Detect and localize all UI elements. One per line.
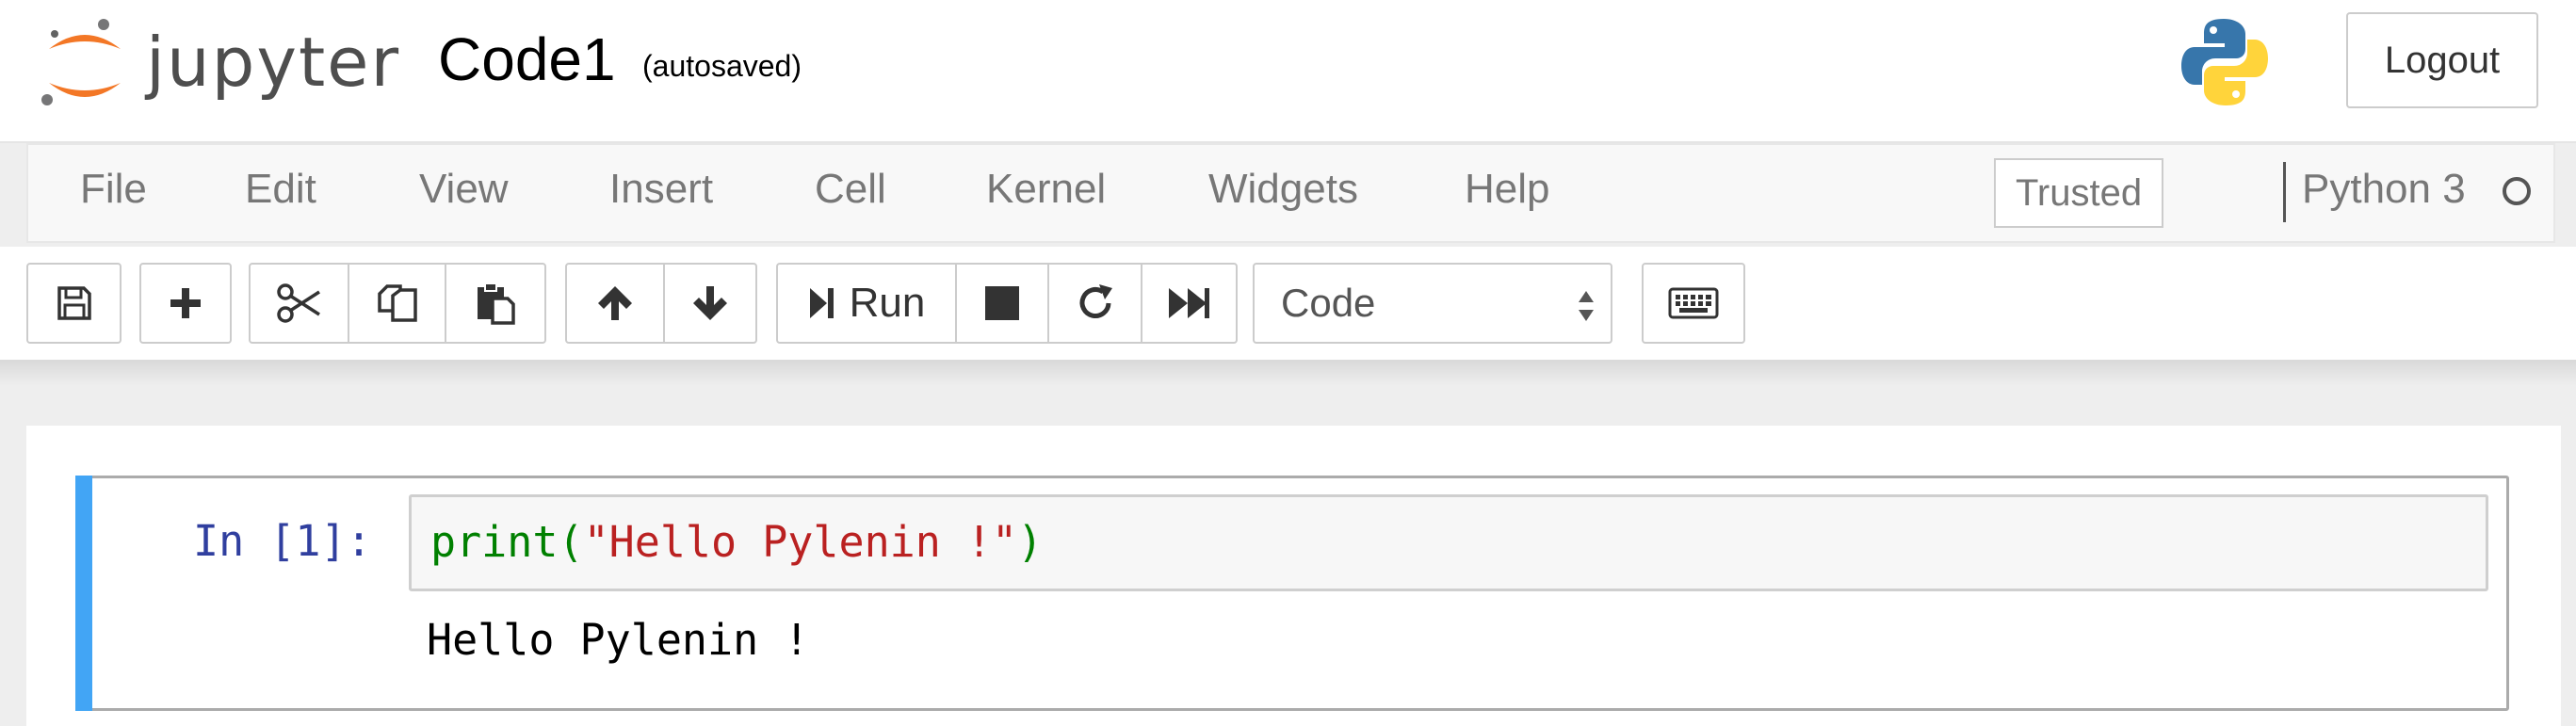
save-icon [57,286,91,320]
restart-icon [1079,284,1112,318]
copy-icon [377,284,417,322]
menu-kernel[interactable]: Kernel [986,166,1106,213]
menu-cell[interactable]: Cell [815,166,886,213]
copy-button[interactable] [348,263,446,344]
trusted-indicator[interactable]: Trusted [1994,158,2163,228]
step-forward-icon [809,288,834,318]
menu-help[interactable]: Help [1465,166,1550,213]
command-palette-button[interactable] [1642,263,1745,344]
logout-button[interactable]: Logout [2346,12,2538,108]
autosave-status: (autosaved) [642,49,802,83]
code-function: print [430,517,559,567]
code-open-paren: ( [558,517,584,567]
insert-cell-button[interactable] [139,263,232,344]
menu-insert[interactable]: Insert [609,166,713,213]
menu-file[interactable]: File [80,166,147,213]
kernel-divider [2283,162,2286,222]
jupyter-logo-icon [41,19,121,105]
plus-icon [170,288,201,318]
stop-icon [985,286,1019,320]
header: jupyter Code1 (autosaved) Logout [0,0,2576,143]
toolbar-shadow [0,360,2576,386]
code-text[interactable]: print("Hello Pylenin !") [430,517,1043,567]
cell-type-value: Code [1281,281,1376,325]
restart-run-all-button[interactable] [1141,263,1238,344]
restart-button[interactable] [1047,263,1142,344]
fast-forward-icon [1168,288,1209,318]
jupyter-logo[interactable]: jupyter [38,13,414,117]
move-down-button[interactable] [663,263,757,344]
python-logo-icon [2181,19,2268,105]
cut-button[interactable] [249,263,349,344]
paste-icon [478,282,515,325]
cell-output: Hello Pylenin ! [427,615,810,665]
notebook-title[interactable]: Code1 [438,24,616,94]
kernel-name[interactable]: Python 3 [2302,166,2466,213]
logo-text: jupyter [146,23,401,102]
menubar: File Edit View Insert Cell Kernel Widget… [26,143,2555,243]
keyboard-icon [1668,287,1719,319]
input-prompt: In [1]: [193,516,372,566]
run-label: Run [849,280,926,326]
select-arrows-icon [1579,291,1594,321]
paste-button[interactable] [445,263,546,344]
kernel-idle-icon [2503,177,2531,205]
arrow-up-icon [598,286,632,320]
cut-icon [276,283,320,323]
interrupt-button[interactable] [955,263,1049,344]
selected-cell-indicator [75,476,92,711]
menu-view[interactable]: View [419,166,509,213]
move-up-button[interactable] [565,263,665,344]
arrow-down-icon [693,286,727,320]
cell-type-select[interactable]: Code [1253,263,1612,344]
save-button[interactable] [26,263,122,344]
menu-widgets[interactable]: Widgets [1208,166,1358,213]
code-string: "Hello Pylenin !" [583,517,1018,567]
run-button[interactable]: Run [776,263,957,344]
menu-edit[interactable]: Edit [245,166,316,213]
code-close-paren: ) [1017,517,1044,567]
